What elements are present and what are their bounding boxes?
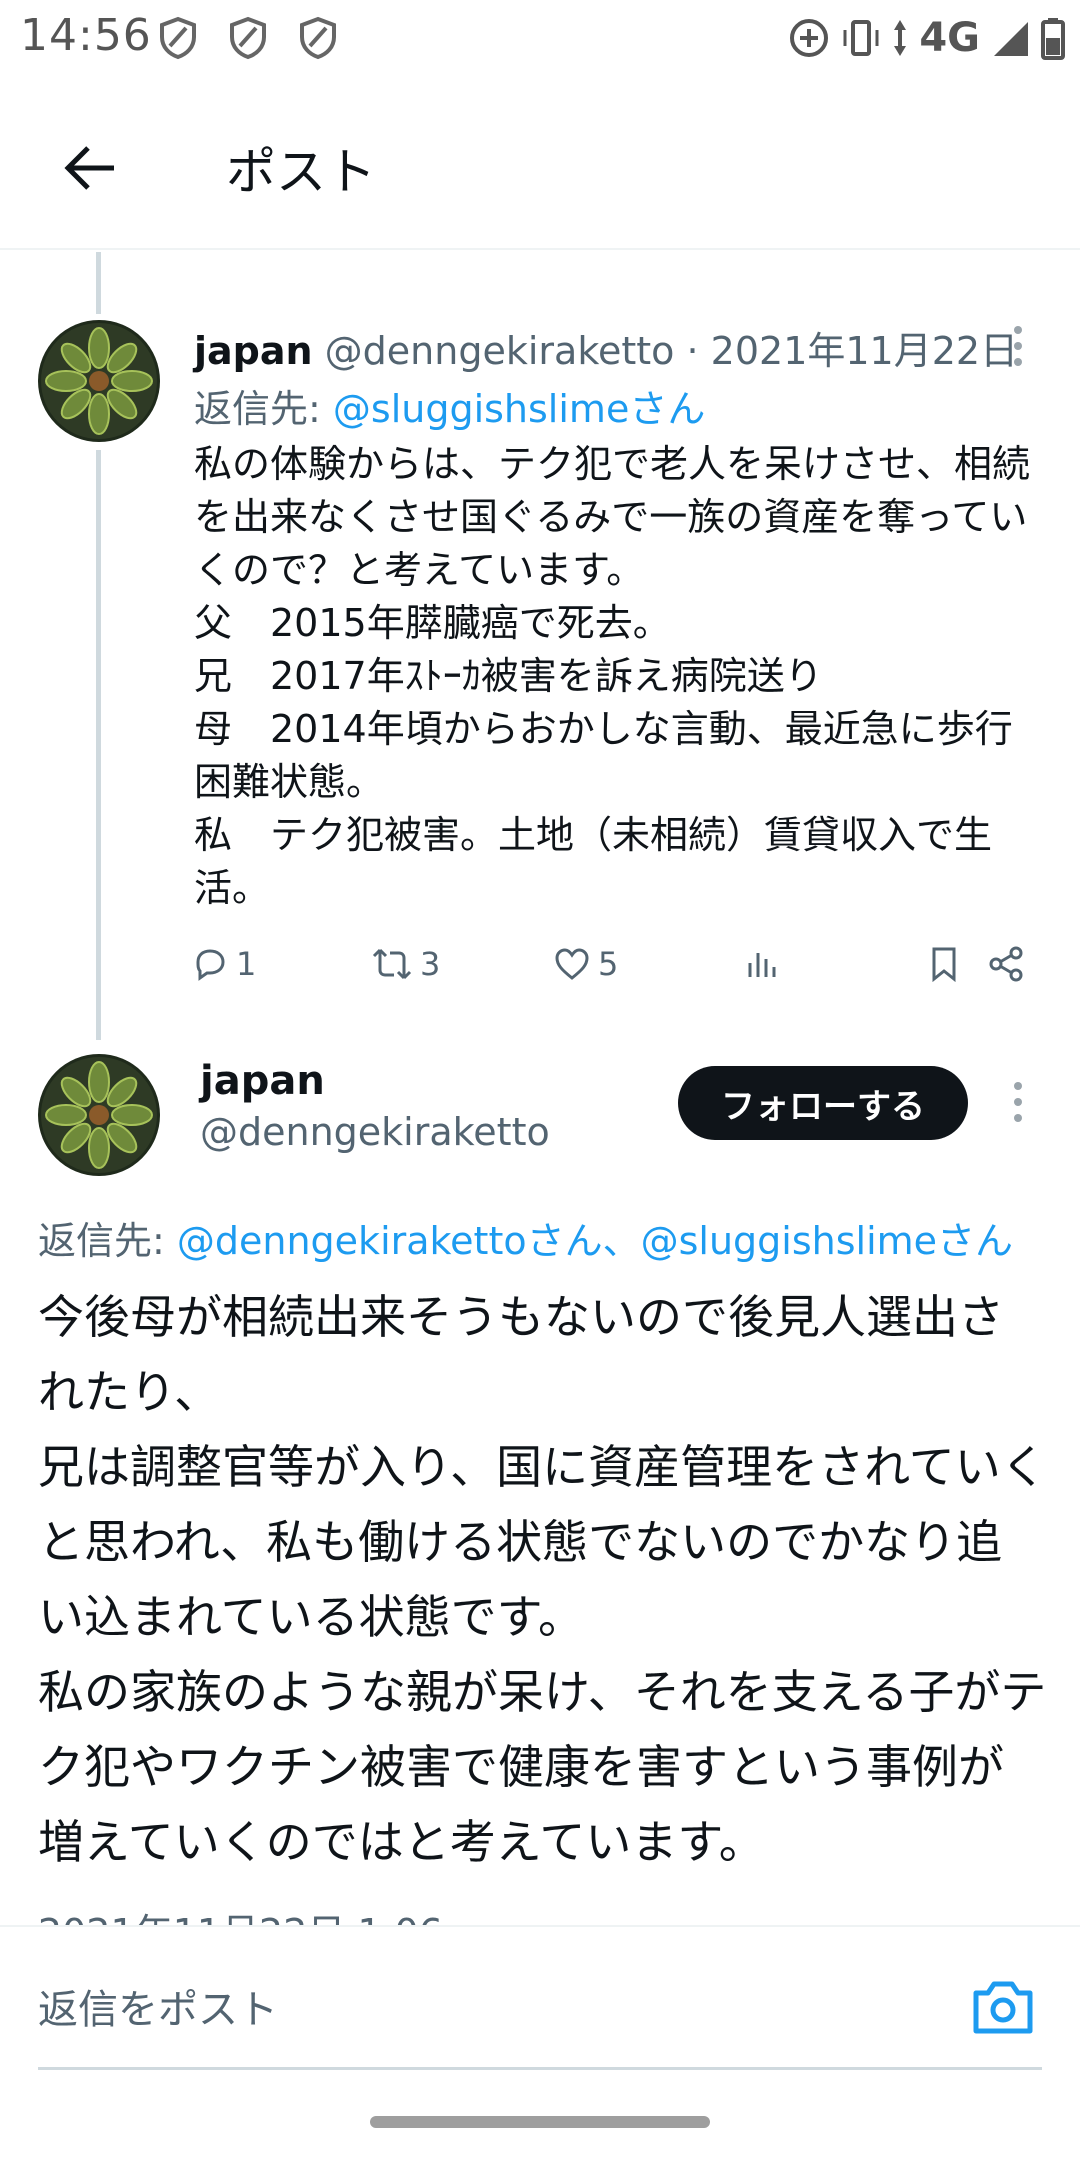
share-icon <box>989 946 1023 982</box>
avatar[interactable] <box>38 1054 160 1176</box>
like-button[interactable]: 5 <box>554 936 618 992</box>
venus-flytrap-avatar-icon <box>38 1054 160 1176</box>
shield-icon <box>230 16 266 60</box>
tweet-actions: 1 3 5 <box>192 936 1032 992</box>
page-title: ポスト <box>226 143 376 201</box>
reply-tweet-header: japan @denngekiraketto · 2021年11月22日 <box>194 320 1018 375</box>
bookmark-button[interactable] <box>928 936 960 992</box>
venus-flytrap-avatar-icon <box>38 320 160 442</box>
more-dot-icon <box>1014 1098 1022 1106</box>
signal-icon <box>994 22 1028 56</box>
vibrate-icon <box>843 20 879 56</box>
arrow-left-icon <box>64 146 114 190</box>
repost-button[interactable]: 3 <box>372 936 440 992</box>
reply-to-label: 返信先: <box>194 387 333 431</box>
reply-icon <box>196 949 225 981</box>
more-dot-icon <box>1014 1082 1022 1090</box>
like-count: 5 <box>598 945 619 983</box>
bar-chart-icon <box>748 953 776 977</box>
thread-line <box>96 252 101 314</box>
reply-to-users-link[interactable]: @denngekirakettoさん、@sluggishslimeさん <box>177 1219 1013 1263</box>
tweet-text: 今後母が相続出来そうもないので後見人選出されたり、 兄は調整官等が入り、国に資産… <box>38 1290 1047 1869</box>
bookmark-icon <box>932 947 956 982</box>
reply-to-line: 返信先: @denngekirakettoさん、@sluggishslimeさん <box>38 1210 1013 1265</box>
camera-icon <box>973 1981 1033 2034</box>
data-arrows-icon <box>894 20 907 56</box>
repost-icon <box>372 948 412 980</box>
back-button[interactable] <box>50 128 130 208</box>
user-name[interactable]: japan <box>194 329 313 373</box>
thread-line <box>96 450 101 1040</box>
reply-to-label: 返信先: <box>38 1219 177 1263</box>
input-underline <box>38 2067 1042 2070</box>
battery-icon <box>1041 18 1065 60</box>
reply-input[interactable]: 返信をポスト <box>38 1977 278 2035</box>
shield-icon <box>300 16 336 60</box>
user-handle[interactable]: @denngekiraketto <box>325 329 675 373</box>
more-dot-icon <box>1014 358 1022 366</box>
user-name[interactable]: japan <box>200 1058 325 1104</box>
reply-to-line: 返信先: @sluggishslimeさん <box>194 378 705 433</box>
tweet-text: 私の体験からは、テク犯で老人を呆けさせ、相続を出来なくさせ国ぐるみで一族の資産を… <box>194 442 1031 910</box>
follow-button[interactable]: フォローする <box>678 1066 968 1140</box>
share-button[interactable] <box>988 936 1024 992</box>
more-options-button[interactable] <box>998 316 1038 376</box>
heart-icon <box>555 948 589 980</box>
status-icons: 4G <box>787 12 1066 64</box>
camera-button[interactable] <box>970 1977 1036 2037</box>
shield-icon <box>160 16 196 60</box>
home-indicator[interactable] <box>370 2116 710 2128</box>
reply-compose-bar: 返信をポスト <box>0 1925 1080 2070</box>
reply-button[interactable]: 1 <box>192 936 256 992</box>
top-app-bar: ポスト <box>0 90 1080 250</box>
network-type: 4G <box>919 15 980 61</box>
reply-count: 1 <box>236 945 257 983</box>
more-dot-icon <box>1014 342 1022 350</box>
repost-count: 3 <box>420 945 441 983</box>
more-dot-icon <box>1014 1114 1022 1122</box>
view-stats-button[interactable] <box>744 936 778 992</box>
data-saver-icon <box>790 19 829 57</box>
reply-to-user-link[interactable]: @sluggishslimeさん <box>333 387 705 431</box>
more-dot-icon <box>1014 326 1022 334</box>
user-handle[interactable]: @denngekiraketto <box>200 1110 550 1154</box>
status-time: 14:56 <box>20 10 152 61</box>
tweet-date[interactable]: 2021年11月22日 <box>711 329 1018 373</box>
previous-tweet-actions-clipped <box>0 250 1080 258</box>
status-bar: 14:56 4G <box>0 0 1080 76</box>
more-options-button[interactable] <box>998 1072 1038 1132</box>
avatar[interactable] <box>38 320 160 442</box>
separator-dot: · <box>686 329 699 373</box>
